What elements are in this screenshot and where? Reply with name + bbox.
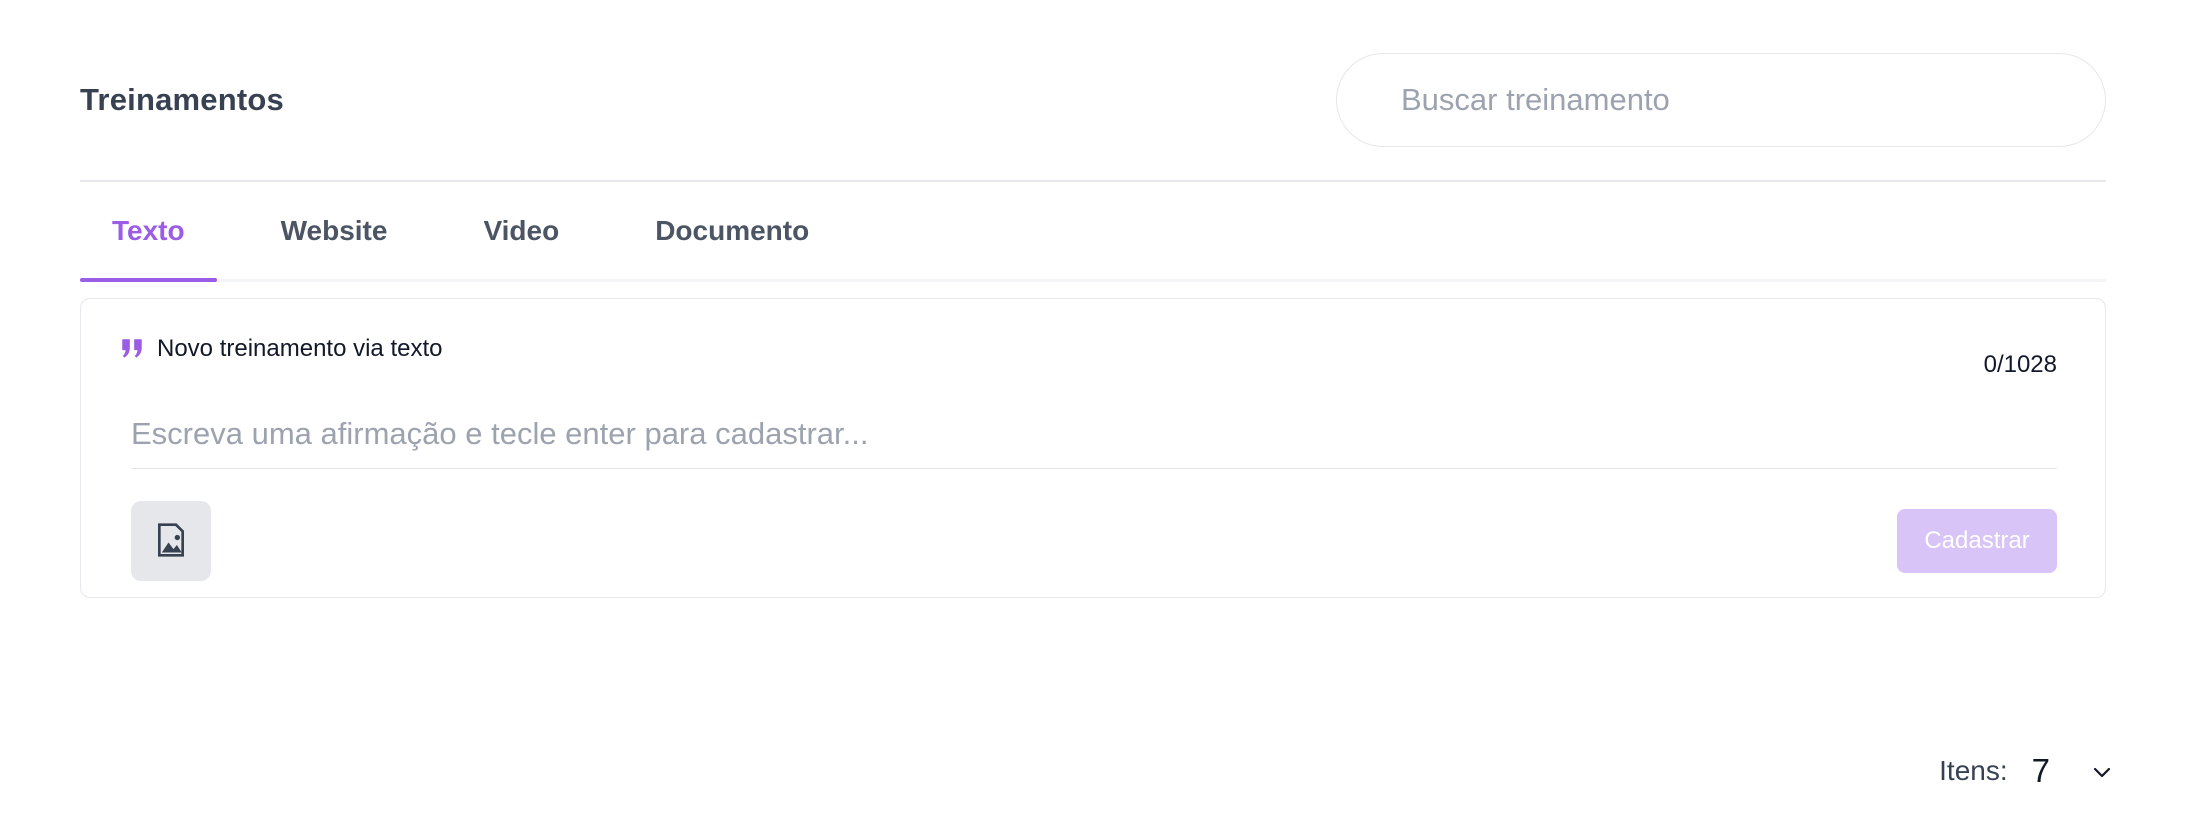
tab-documento[interactable]: Documento (623, 182, 841, 279)
image-icon (151, 520, 191, 563)
character-counter: 0/1028 (1983, 351, 2057, 378)
page-title: Treinamentos (80, 82, 284, 117)
card-label-text: Novo treinamento via texto (157, 335, 443, 362)
card-label: Novo treinamento via texto (119, 335, 442, 363)
search-input[interactable] (1336, 53, 2106, 147)
items-per-page-select[interactable]: 7 (2032, 752, 2114, 790)
text-training-card: Novo treinamento via texto 0/1028 Cadast… (80, 298, 2106, 598)
page: Treinamentos Texto Website Video Documen… (0, 0, 2186, 838)
tab-video[interactable]: Video (451, 182, 591, 279)
tabs: Texto Website Video Documento (80, 182, 2106, 282)
items-value: 7 (2031, 752, 2050, 789)
pagination: Itens: 7 (1939, 752, 2114, 790)
submit-button[interactable]: Cadastrar (1897, 509, 2057, 573)
tab-website[interactable]: Website (249, 182, 420, 279)
chevron-down-icon (2090, 759, 2114, 783)
header: Treinamentos (80, 52, 2106, 148)
quote-icon (119, 336, 145, 362)
tab-texto[interactable]: Texto (80, 182, 217, 282)
add-image-button[interactable] (131, 501, 211, 581)
training-text-input[interactable] (131, 399, 2057, 469)
items-label: Itens: (1939, 755, 2008, 786)
